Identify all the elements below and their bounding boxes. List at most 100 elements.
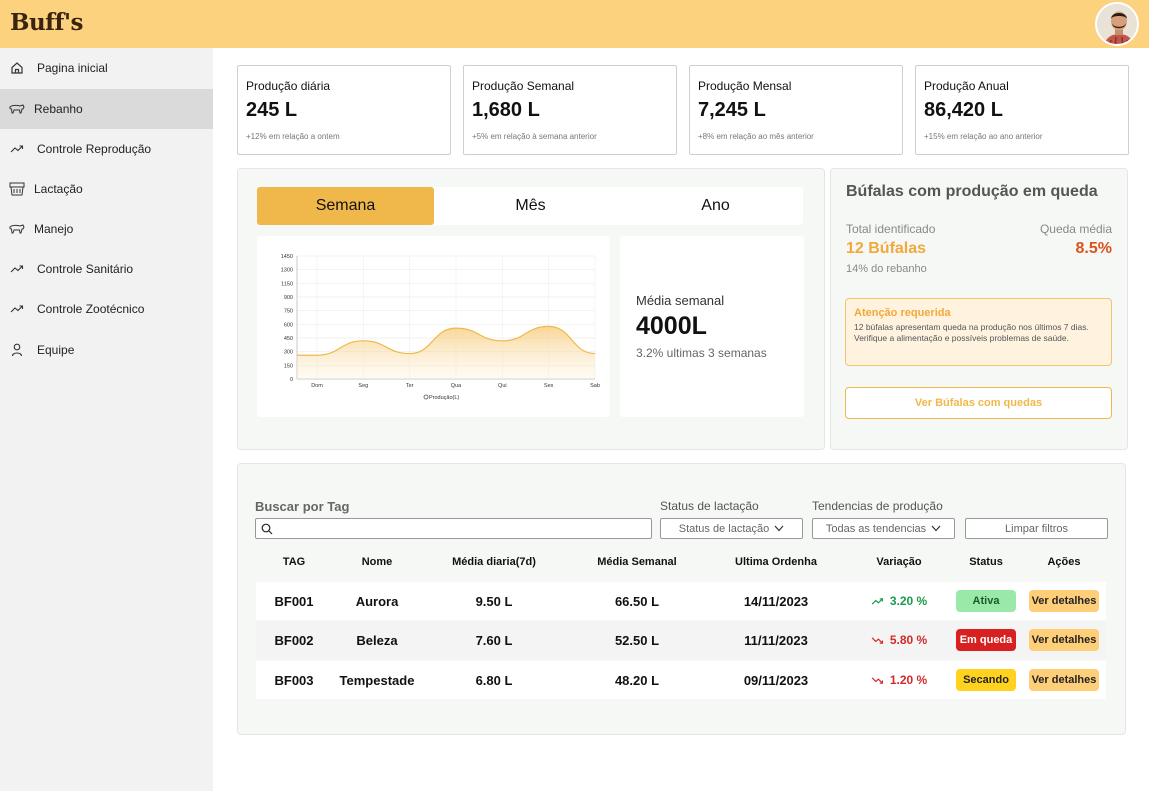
kpi-delta: +12% em relação a ontem [246,132,340,141]
sidebar-item-label: Controle Sanitário [37,262,134,276]
cell-tag: BF003 [274,672,314,688]
sidebar-item-rebanho[interactable]: Rebanho [0,89,213,129]
cell-daily: 7.60 L [475,632,513,648]
buffalo-icon [7,223,27,235]
status-badge: Ativa [956,590,1016,612]
cell-name: Tempestade [339,672,415,688]
search-input[interactable] [255,518,652,539]
area-fill [297,326,595,379]
view-details-button[interactable]: Ver detalhes [1029,629,1099,651]
status-filter-label: Status de lactação [660,499,759,513]
sidebar-item-label: Lactação [34,182,83,196]
column-header-tag[interactable]: TAG [256,544,332,580]
status-filter-select[interactable]: Status de lactação [660,518,803,539]
herd-share: 14% do rebanho [846,263,927,275]
trend-filter-label: Tendencias de produção [812,499,943,513]
weekly-average-sub: 3.2% ultimas 3 semanas [636,346,767,360]
clear-filters-button[interactable]: Limpar filtros [965,518,1108,539]
sidebar-item-pagina-inicial[interactable]: Pagina inicial [0,48,213,88]
sidebar: Pagina inicial Rebanho Controle Reproduç… [0,48,213,791]
x-tick-label: Qua [451,383,462,389]
table-row[interactable]: BF001 Aurora 9.50 L 66.50 L 14/11/2023 3… [256,582,1106,620]
trend-up-icon [871,597,883,605]
kpi-title: Produção diária [246,79,331,93]
y-tick-label: 600 [284,322,293,328]
kpi-title: Produção Anual [924,79,1009,93]
table-row[interactable]: BF003 Tempestade 6.80 L 48.20 L 09/11/20… [256,661,1106,699]
production-chart: 0 150 300 450 600 750 900 1150 1300 1450 Dom Seg Te… [281,254,600,401]
cell-daily: 9.50 L [475,593,513,609]
view-dropping-buffaloes-button[interactable]: Ver Búfalas com quedas [845,387,1112,419]
cell-name: Beleza [356,632,398,648]
kpi-card-weekly: Produção Semanal 1,680 L +5% em relação … [463,65,677,155]
sidebar-item-label: Pagina inicial [37,61,108,75]
sidebar-item-label: Equipe [37,343,75,357]
tab-ano[interactable]: Ano [627,187,804,225]
cell-weekly: 52.50 L [614,632,660,648]
sidebar-item-controle-sanitario[interactable]: Controle Sanitário [0,249,213,289]
sidebar-item-controle-zootecnico[interactable]: Controle Zootécnico [0,289,213,329]
kpi-card-daily: Produção diária 245 L +12% em relação a … [237,65,451,155]
drop-panel-title: Búfalas com produção em queda [846,183,1098,200]
y-tick-label: 450 [284,336,293,342]
cell-daily: 6.80 L [475,672,513,688]
y-tick-label: 1300 [281,268,293,274]
top-bar: Buff's [0,0,1149,48]
clear-filters-label: Limpar filtros [1005,522,1068,535]
column-header-name[interactable]: Nome [332,544,422,580]
period-tabs: Semana Mês Ano [257,187,803,225]
sidebar-item-equipe[interactable]: Equipe [0,330,213,370]
column-header-variation[interactable]: Variação [844,544,954,580]
chevron-down-icon [931,525,941,532]
column-header-daily[interactable]: Média diaria(7d) [422,544,566,580]
x-tick-label: Qui [498,383,507,389]
tab-mes[interactable]: Mês [442,187,619,225]
sidebar-item-controle-reproducao[interactable]: Controle Reprodução [0,129,213,169]
kpi-value: 86,420 L [924,99,1003,121]
avatar[interactable] [1095,2,1139,46]
y-tick-label: 900 [284,295,293,301]
y-tick-label: 0 [290,377,293,383]
trend-icon [7,304,27,314]
y-tick-label: 300 [284,350,293,356]
kpi-delta: +15% em relação ao ano anterior [924,132,1043,141]
status-filter-value: Status de lactação [678,522,770,535]
cell-name: Aurora [355,593,399,609]
sidebar-item-label: Controle Zootécnico [37,302,145,316]
logo[interactable]: Buff's [10,9,83,36]
tab-semana[interactable]: Semana [257,187,434,225]
kpi-value: 7,245 L [698,99,766,121]
view-details-button[interactable]: Ver detalhes [1029,669,1099,691]
view-details-button[interactable]: Ver detalhes [1029,590,1099,612]
column-header-status[interactable]: Status [954,544,1018,580]
x-tick-label: Sex [544,383,554,389]
cell-tag: BF002 [274,632,314,648]
x-tick-label: Ter [406,383,414,389]
column-header-weekly[interactable]: Média Semanal [566,544,708,580]
sidebar-item-manejo[interactable]: Manejo [0,209,213,249]
trend-icon [7,144,27,154]
cell-last-milking: 09/11/2023 [743,672,809,688]
average-drop-label: Queda média [1039,222,1112,236]
buffalo-icon [7,103,27,115]
column-header-last-milking[interactable]: Ultima Ordenha [708,544,844,580]
x-tick-label: Seg [358,383,368,389]
variation-value: 1.20 % [889,673,928,687]
person-icon [7,343,27,357]
sidebar-item-lactacao[interactable]: Lactação [0,169,213,209]
alert-text: 12 búfalas apresentam queda na produção … [854,322,1089,343]
column-header-actions: Ações [1047,556,1081,568]
table-header: TAG Nome Média diaria(7d) Média Semanal … [256,544,1106,580]
search-icon [261,523,273,535]
table-row[interactable]: BF002 Beleza 7.60 L 52.50 L 11/11/2023 5… [256,621,1106,659]
total-identified-label: Total identificado [846,222,936,236]
kpi-card-monthly: Produção Mensal 7,245 L +8% em relação a… [689,65,903,155]
trend-filter-value: Todas as tendencias [825,522,927,535]
variation-value: 3.20 % [889,594,928,608]
weekly-average-value: 4000L [636,312,707,340]
chevron-down-icon [774,525,784,532]
trend-filter-select[interactable]: Todas as tendencias [812,518,955,539]
cell-weekly: 48.20 L [614,672,660,688]
x-tick-label: Dom [311,383,323,389]
sidebar-item-label: Manejo [34,222,74,236]
